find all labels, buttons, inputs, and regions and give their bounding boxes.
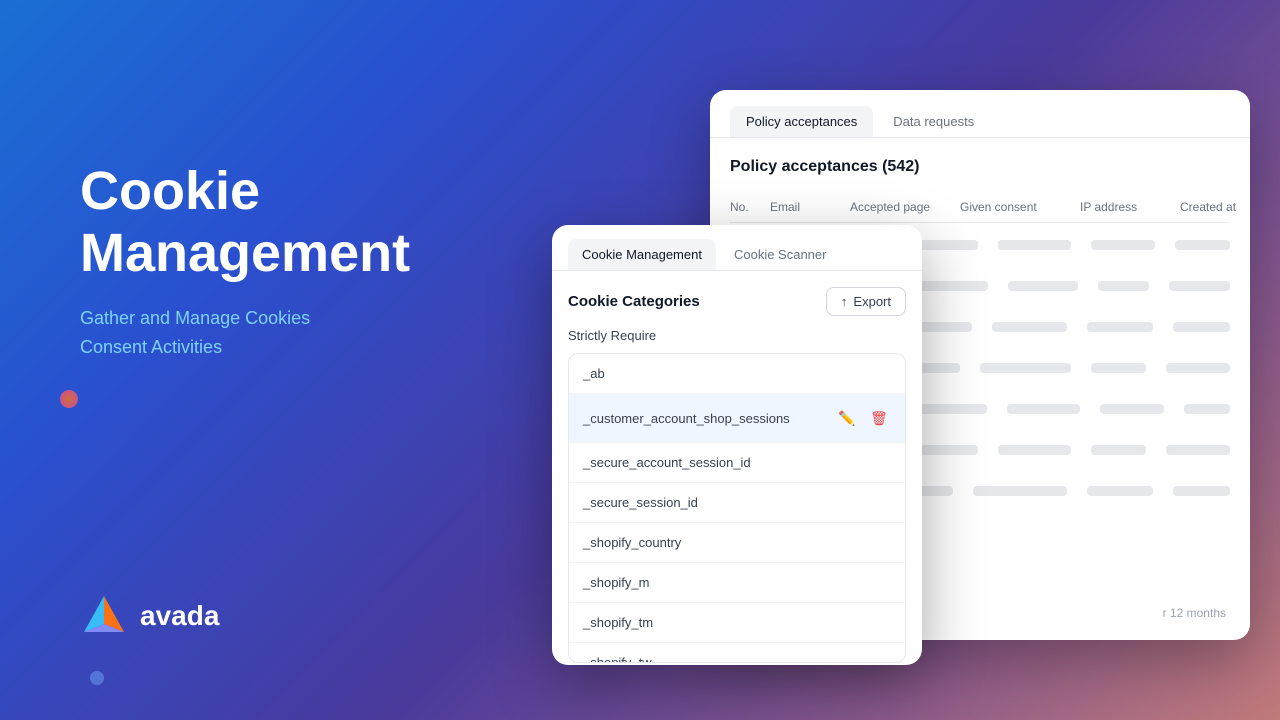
cookie-item-actions: ✏️ 🗑 — [835, 406, 891, 430]
avada-logo-icon — [80, 592, 128, 640]
cookie-name: _ab — [583, 366, 605, 381]
policy-table-header: No. Email Accepted page Given consent IP… — [730, 192, 1230, 223]
tab-cookie-scanner[interactable]: Cookie Scanner — [720, 239, 841, 270]
cookie-list-item[interactable]: _shopify_tw — [569, 643, 905, 663]
hero-subtitle: Gather and Manage Cookies Consent Activi… — [80, 304, 410, 362]
cookie-list-item[interactable]: _shopify_m — [569, 563, 905, 603]
cookie-name: _shopify_m — [583, 575, 649, 590]
edit-icon[interactable]: ✏️ — [835, 406, 859, 430]
cookie-management-panel: Cookie Management Cookie Scanner Cookie … — [552, 225, 922, 665]
cookie-list-item[interactable]: _shopify_tm — [569, 603, 905, 643]
cookie-list: _ab _customer_account_shop_sessions ✏️ 🗑 _se… — [568, 353, 906, 663]
logo-section: avada — [80, 592, 219, 640]
delete-icon[interactable]: 🗑 — [867, 406, 891, 430]
cookie-content: Cookie Categories ↑ Export Strictly Requ… — [552, 271, 922, 665]
cookie-list-item[interactable]: _ab — [569, 354, 905, 394]
export-icon: ↑ — [841, 294, 848, 309]
cookie-list-item[interactable]: _shopify_country — [569, 523, 905, 563]
cookie-name: _secure_session_id — [583, 495, 698, 510]
export-button[interactable]: ↑ Export — [826, 287, 906, 316]
hero-section: Cookie Management Gather and Manage Cook… — [80, 160, 410, 362]
cookie-categories-title: Cookie Categories — [568, 293, 700, 310]
cookie-tabs: Cookie Management Cookie Scanner — [552, 225, 922, 271]
col-created-at: Created at — [1180, 200, 1250, 214]
strictly-require-label: Strictly Require — [568, 328, 906, 343]
policy-footer: r 12 months — [1163, 606, 1226, 620]
cookie-list-item[interactable]: _secure_session_id — [569, 483, 905, 523]
col-no: No. — [730, 200, 770, 214]
deco-circle-blue — [90, 671, 104, 685]
logo-text: avada — [140, 600, 219, 632]
hero-title: Cookie Management — [80, 160, 410, 284]
deco-circle-orange — [60, 390, 78, 408]
col-ip-address: IP address — [1080, 200, 1180, 214]
cookie-name: _shopify_tw — [583, 655, 652, 663]
col-given-consent: Given consent — [960, 200, 1080, 214]
cookie-content-header: Cookie Categories ↑ Export — [568, 287, 906, 316]
tab-data-requests[interactable]: Data requests — [877, 106, 990, 137]
cookie-list-item[interactable]: _customer_account_shop_sessions ✏️ 🗑 — [569, 394, 905, 443]
policy-heading: Policy acceptances (542) — [730, 158, 1230, 176]
cookie-name: _shopify_tm — [583, 615, 653, 630]
col-accepted-page: Accepted page — [850, 200, 960, 214]
cookie-list-item[interactable]: _secure_account_session_id — [569, 443, 905, 483]
cookie-name: _shopify_country — [583, 535, 681, 550]
tab-policy-acceptances[interactable]: Policy acceptances — [730, 106, 873, 137]
policy-tabs: Policy acceptances Data requests — [710, 90, 1250, 138]
tab-cookie-management[interactable]: Cookie Management — [568, 239, 716, 270]
cookie-name: _secure_account_session_id — [583, 455, 751, 470]
col-email: Email — [770, 200, 850, 214]
cookie-name: _customer_account_shop_sessions — [583, 411, 790, 426]
